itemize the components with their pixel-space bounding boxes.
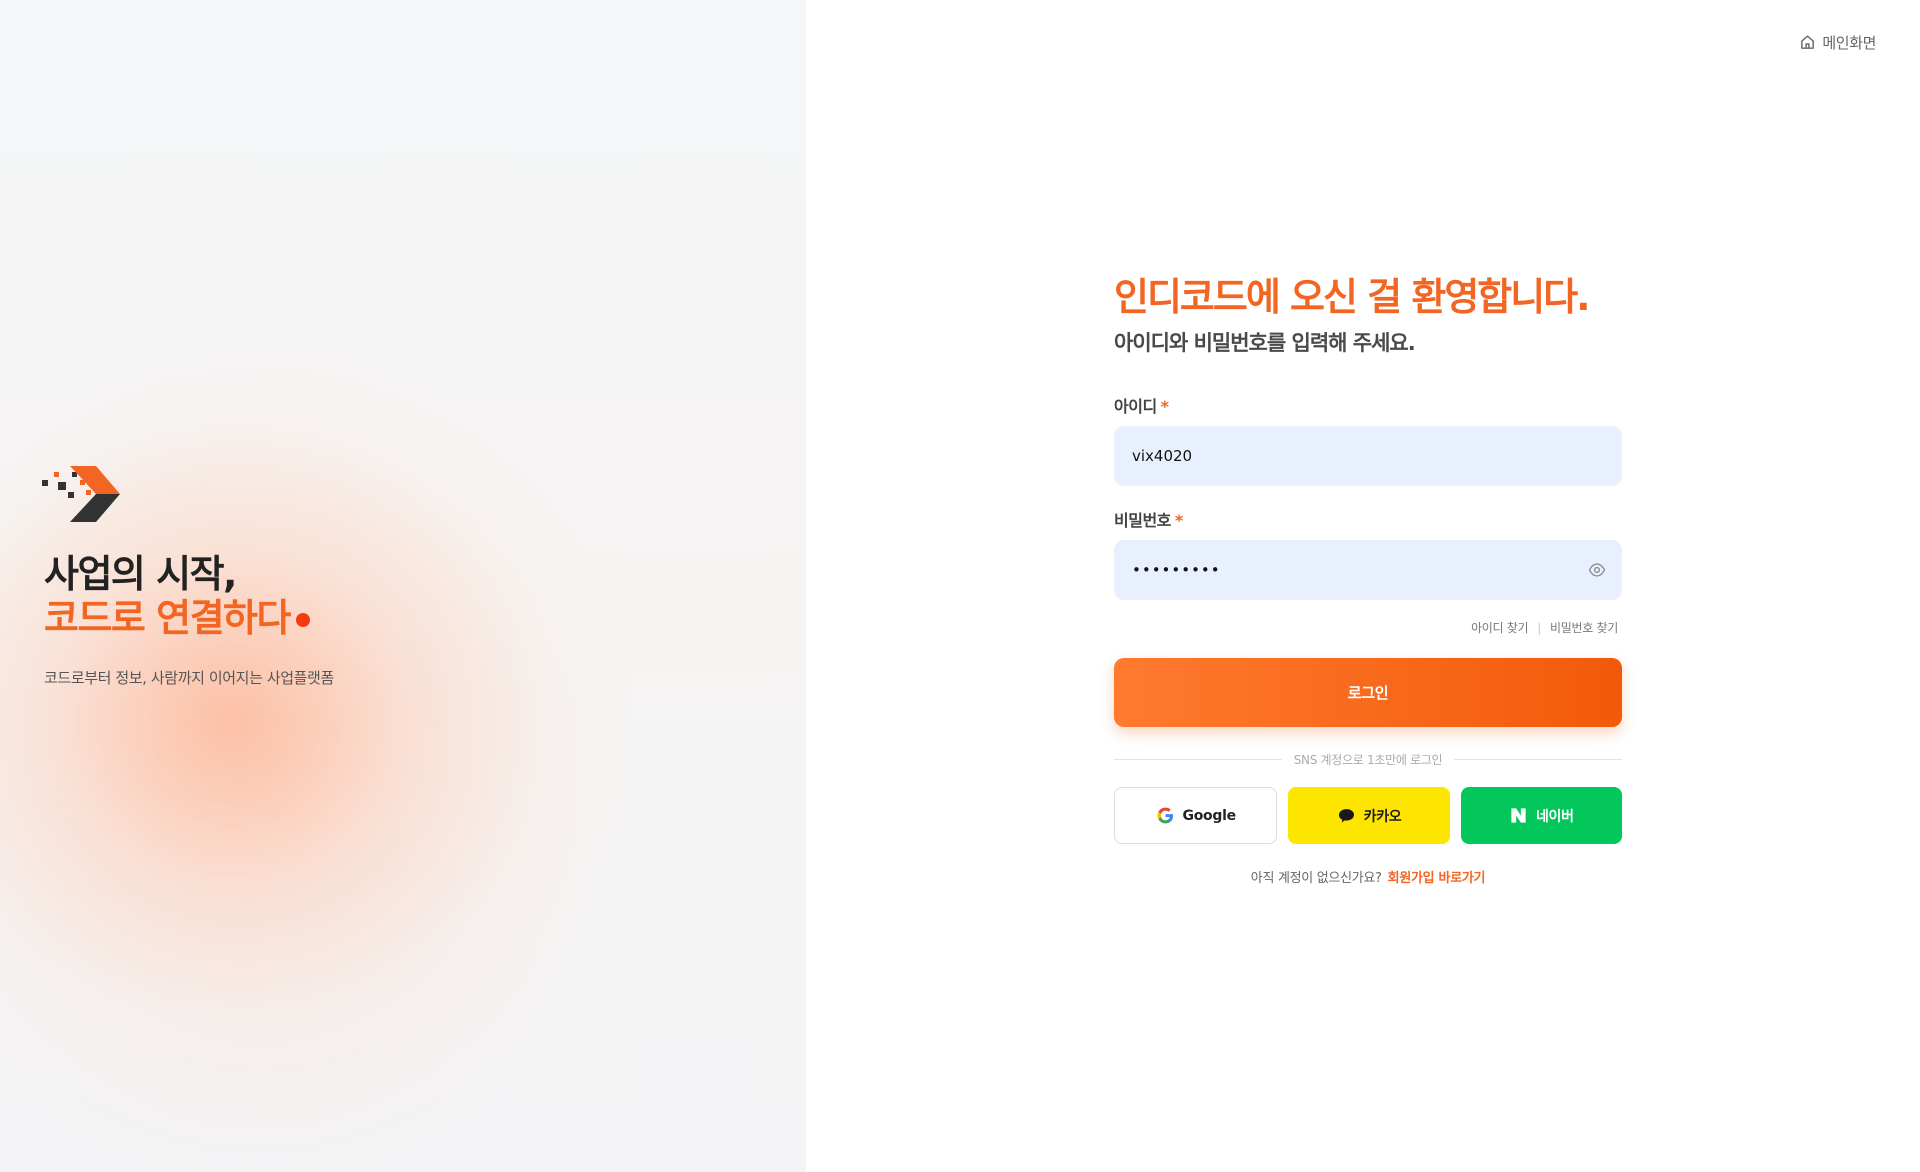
divider-line: [1114, 759, 1282, 760]
welcome-subtitle: 아이디와 비밀번호를 입력해 주세요.: [1114, 331, 1416, 355]
signup-link[interactable]: 회원가입 바로가기: [1388, 871, 1486, 886]
naver-icon: [1511, 808, 1526, 823]
indicode-logo: [42, 466, 120, 522]
required-mark: *: [1160, 397, 1169, 416]
sns-buttons: Google 카카오 네이버: [1114, 787, 1622, 844]
password-label-text: 비밀번호: [1114, 511, 1171, 530]
id-label-text: 아이디: [1114, 397, 1157, 416]
divider-line: [1454, 759, 1622, 760]
eye-icon[interactable]: [1588, 561, 1606, 579]
id-field[interactable]: vix4020: [1114, 426, 1622, 486]
link-separator: |: [1537, 620, 1542, 635]
headline: 사업의 시작, 코드로 연결하다: [44, 552, 291, 640]
kakao-chat-icon: [1338, 809, 1354, 823]
brand-panel: 사업의 시작, 코드로 연결하다 코드로부터 정보, 사람까지 이어지는 사업플…: [0, 0, 806, 1172]
login-form: 인디코드에 오신 걸 환영합니다. 아이디와 비밀번호를 입력해 주세요. 아이…: [1114, 275, 1622, 886]
accent-dot: [296, 613, 310, 627]
signup-prompt: 아직 계정이 없으신가요? 회원가입 바로가기: [1114, 867, 1622, 886]
password-label: 비밀번호 *: [1114, 507, 1183, 531]
required-mark: *: [1174, 511, 1183, 530]
naver-label: 네이버: [1535, 808, 1574, 825]
kakao-label: 카카오: [1363, 808, 1402, 825]
kakao-login-button[interactable]: 카카오: [1288, 787, 1450, 844]
google-icon: [1157, 807, 1173, 824]
password-field-value: •••••••••: [1132, 561, 1221, 579]
login-button[interactable]: 로그인: [1114, 658, 1622, 727]
tagline: 코드로부터 정보, 사람까지 이어지는 사업플랫폼: [44, 669, 334, 687]
find-account-links: 아이디 찾기 | 비밀번호 찾기: [1471, 619, 1618, 636]
id-field-value: vix4020: [1132, 447, 1193, 465]
find-password-link[interactable]: 비밀번호 찾기: [1550, 619, 1618, 636]
headline-line1: 사업의 시작,: [44, 552, 237, 596]
home-link-label: 메인화면: [1822, 34, 1876, 52]
home-link[interactable]: 메인화면: [1799, 32, 1876, 53]
google-label: Google: [1182, 807, 1237, 824]
headline-line2: 코드로 연결하다: [44, 596, 291, 640]
id-label: 아이디 *: [1114, 393, 1169, 417]
google-login-button[interactable]: Google: [1114, 787, 1278, 844]
sns-divider: SNS 계정으로 1초만에 로그인: [1114, 751, 1622, 768]
welcome-title: 인디코드에 오신 걸 환영합니다.: [1114, 275, 1591, 319]
naver-login-button[interactable]: 네이버: [1460, 787, 1622, 844]
password-field[interactable]: •••••••••: [1114, 540, 1622, 600]
signup-prompt-text: 아직 계정이 없으신가요?: [1250, 871, 1382, 886]
home-icon: [1801, 35, 1815, 49]
sns-divider-text: SNS 계정으로 1초만에 로그인: [1293, 753, 1443, 767]
find-id-link[interactable]: 아이디 찾기: [1471, 619, 1529, 636]
